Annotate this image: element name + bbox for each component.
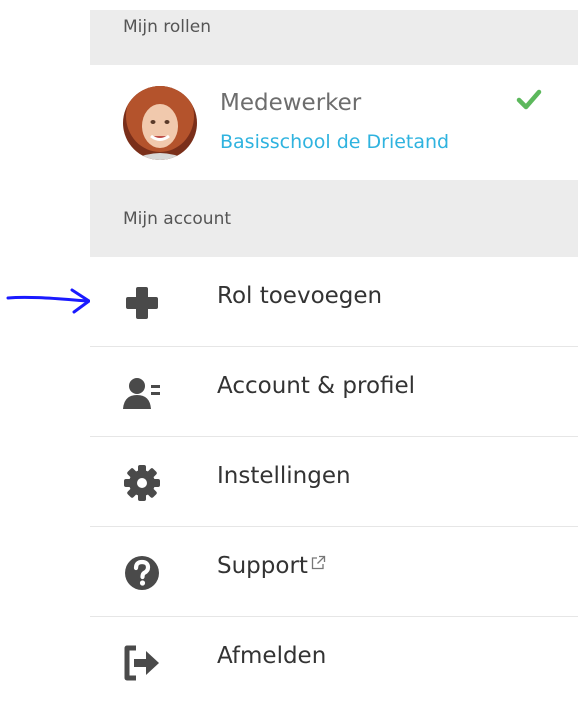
role-title: Medewerker [220, 90, 362, 116]
roles-section-header: Mijn rollen [90, 10, 578, 65]
avatar [123, 86, 197, 160]
plus-icon [126, 287, 158, 319]
external-link-icon [311, 555, 326, 570]
menu-item-account-profile[interactable]: Account & profiel [90, 347, 578, 437]
support-label-text: Support [217, 553, 308, 579]
menu-label-account-profile: Account & profiel [217, 373, 416, 399]
account-section-header: Mijn account [90, 180, 578, 257]
roles-header-label: Mijn rollen [123, 17, 211, 37]
menu-label-logout: Afmelden [217, 643, 327, 669]
user-profile-icon [123, 378, 160, 409]
menu-item-logout[interactable]: Afmelden [90, 617, 578, 707]
menu-item-settings[interactable]: Instellingen [90, 437, 578, 527]
logout-icon [124, 645, 159, 681]
question-circle-icon [125, 556, 159, 590]
role-school-link[interactable]: Basisschool de Drietand [220, 131, 449, 153]
menu-item-add-role[interactable]: Rol toevoegen [90, 257, 578, 347]
menu-item-support[interactable]: Support [90, 527, 578, 617]
role-item-medewerker[interactable]: Medewerker Basisschool de Drietand [90, 65, 578, 180]
gear-icon [124, 465, 160, 501]
menu-label-add-role: Rol toevoegen [217, 283, 383, 309]
account-menu-panel: Mijn rollen Medewerker Basisschool de Dr… [90, 0, 578, 715]
account-header-label: Mijn account [123, 208, 232, 229]
menu-label-support: Support [217, 553, 326, 579]
annotation-arrow [6, 288, 91, 314]
check-icon [516, 89, 542, 110]
menu-label-settings: Instellingen [217, 463, 351, 489]
